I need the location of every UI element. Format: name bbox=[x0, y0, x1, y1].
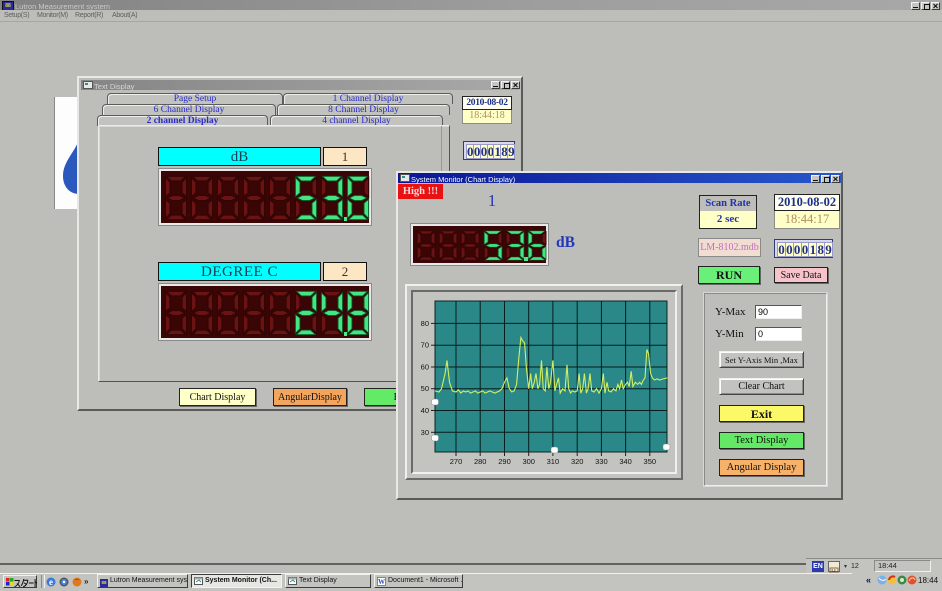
svg-text:340: 340 bbox=[619, 457, 632, 466]
svg-text:50: 50 bbox=[421, 384, 429, 393]
svg-text:60: 60 bbox=[421, 363, 429, 372]
svg-text:40: 40 bbox=[421, 406, 429, 415]
svg-text:350: 350 bbox=[644, 457, 657, 466]
svg-text:80: 80 bbox=[421, 319, 429, 328]
svg-text:30: 30 bbox=[421, 428, 429, 437]
svg-text:70: 70 bbox=[421, 341, 429, 350]
svg-text:e: e bbox=[49, 577, 53, 587]
svg-text:270: 270 bbox=[450, 457, 463, 466]
svg-text:310: 310 bbox=[547, 457, 560, 466]
svg-text:330: 330 bbox=[595, 457, 608, 466]
svg-text:280: 280 bbox=[474, 457, 487, 466]
svg-text:300: 300 bbox=[522, 457, 535, 466]
svg-text:320: 320 bbox=[571, 457, 584, 466]
svg-text:W: W bbox=[378, 578, 385, 586]
svg-text:290: 290 bbox=[498, 457, 511, 466]
